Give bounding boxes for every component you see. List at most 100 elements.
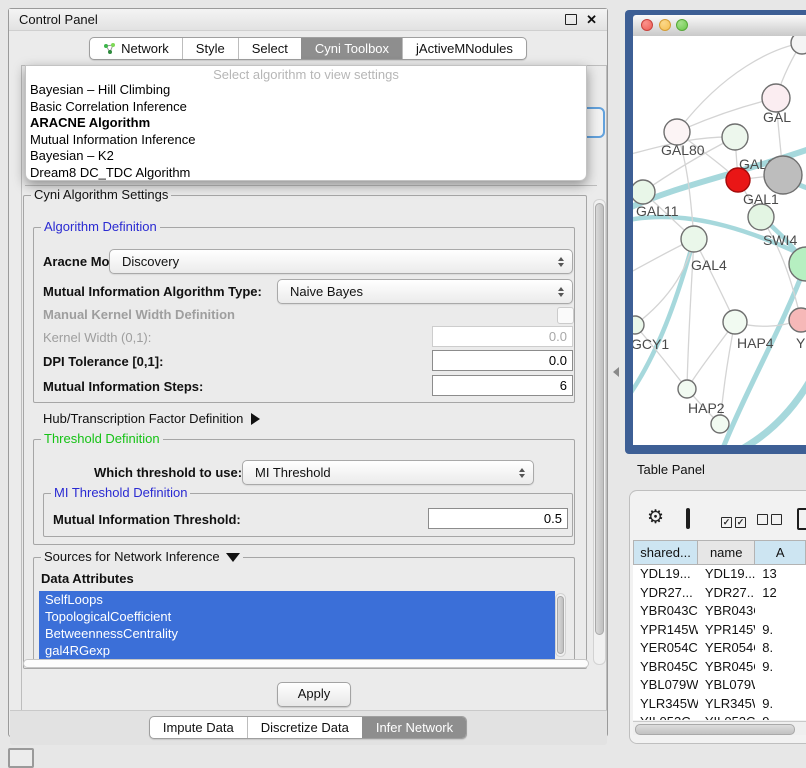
attribute-list-scrollbar-thumb[interactable]	[557, 596, 564, 654]
attribute-item[interactable]: gal4RGexp	[39, 642, 555, 659]
table-row[interactable]: YDR27...YDR27...12	[633, 584, 806, 603]
which-threshold-combo[interactable]: MI Threshold	[242, 460, 534, 485]
close-icon[interactable]: ✕	[586, 13, 597, 26]
algorithm-option[interactable]: Mutual Information Inference	[26, 132, 586, 149]
table-row[interactable]: YDL19...YDL19...13	[633, 565, 806, 584]
network-node-gal10[interactable]	[722, 124, 748, 150]
network-node[interactable]	[726, 168, 750, 192]
sources-group-title[interactable]: Sources for Network Inference	[41, 549, 243, 565]
bottom-tab-infer-network[interactable]: Infer Network	[362, 717, 466, 738]
deselect-all-checks-icon[interactable]	[757, 512, 785, 530]
table-cell: YBR045C	[633, 658, 698, 677]
mi-steps-field[interactable]	[432, 375, 573, 396]
table-row[interactable]: YBR045CYBR045C9.	[633, 658, 806, 677]
divider-collapse-icon[interactable]	[613, 367, 619, 377]
network-node[interactable]	[791, 36, 806, 54]
node-label: GAL80	[661, 142, 705, 158]
which-threshold-label: Which threshold to use:	[94, 465, 242, 481]
network-node-gal1[interactable]	[748, 204, 774, 230]
table-row[interactable]: YBL079WYBL079W	[633, 676, 806, 695]
network-node-hap2[interactable]	[678, 380, 696, 398]
data-attributes-list[interactable]: SelfLoopsTopologicalCoefficientBetweenne…	[39, 591, 555, 660]
kernel-width-field[interactable]	[432, 326, 573, 347]
column-header[interactable]: A	[755, 540, 806, 565]
algorithm-option[interactable]: Dream8 DC_TDC Algorithm	[26, 165, 586, 182]
tab-select[interactable]: Select	[238, 38, 301, 59]
top-tab-bar: NetworkStyleSelectCyni ToolboxjActiveMNo…	[9, 37, 607, 60]
network-icon	[103, 42, 116, 55]
network-window-titlebar[interactable]	[633, 15, 806, 37]
manual-kernel-checkbox[interactable]	[557, 307, 574, 324]
float-panel-icon[interactable]	[565, 14, 577, 25]
table-row[interactable]: YER054CYER054C8.	[633, 639, 806, 658]
tab-cyni-toolbox[interactable]: Cyni Toolbox	[301, 38, 402, 59]
table-cell	[755, 676, 806, 695]
column-header[interactable]: shared...	[633, 540, 698, 565]
apply-button[interactable]: Apply	[277, 682, 351, 707]
network-node-gcy1[interactable]	[633, 316, 644, 334]
combo-arrows-icon	[558, 287, 564, 297]
table-cell: 8.	[755, 639, 806, 658]
table-cell	[755, 602, 806, 621]
network-canvas[interactable]: GALGAL80GAL10GAL11GAL1SWI4GAL4GCY1HAP4YH…	[633, 36, 806, 445]
dpi-tolerance-field[interactable]	[432, 350, 573, 371]
network-node-gal[interactable]	[762, 84, 790, 112]
attribute-item[interactable]: TopologicalCoefficient	[39, 608, 555, 625]
tab-jactivemnodules[interactable]: jActiveMNodules	[402, 38, 526, 59]
settings-scrollbar-thumb[interactable]	[595, 203, 604, 635]
table-row[interactable]: YPR145WYPR145W9.	[633, 621, 806, 640]
network-node-hap4[interactable]	[723, 310, 747, 334]
table-row[interactable]: YLR345WYLR345W9.	[633, 695, 806, 714]
network-node-gal11[interactable]	[633, 180, 655, 204]
combo-arrows-icon	[558, 257, 564, 267]
table-cell: YDR27...	[698, 584, 755, 603]
attribute-item[interactable]: BetweennessCentrality	[39, 625, 555, 642]
document-icon[interactable]	[797, 508, 806, 530]
network-node[interactable]	[764, 156, 802, 194]
bottom-tab-impute-data[interactable]: Impute Data	[150, 717, 247, 738]
hub-definition-toggle[interactable]: Hub/Transcription Factor Definition	[43, 411, 260, 427]
algorithm-option[interactable]: Basic Correlation Inference	[26, 99, 586, 116]
columns-icon[interactable]	[686, 508, 690, 529]
sources-title-text: Sources for Network Inference	[44, 549, 220, 564]
gear-icon[interactable]: ⚙	[647, 508, 664, 527]
data-attributes-label: Data Attributes	[41, 571, 134, 587]
zoom-traffic-light[interactable]	[676, 19, 688, 31]
select-all-checks-icon[interactable]: ✓✓	[721, 512, 749, 530]
table-panel-title: Table Panel	[637, 462, 705, 478]
algorithm-option[interactable]: ARACNE Algorithm	[26, 115, 586, 132]
minimize-traffic-light[interactable]	[659, 19, 671, 31]
minimized-panel-icon[interactable]	[8, 748, 34, 768]
network-node[interactable]	[711, 415, 729, 433]
mi-type-value: Naive Bayes	[290, 284, 363, 299]
table-cell: YPR145W	[698, 621, 755, 640]
network-view-window[interactable]: GALGAL80GAL10GAL11GAL1SWI4GAL4GCY1HAP4YH…	[625, 10, 806, 454]
algorithm-option[interactable]: Bayesian – K2	[26, 148, 586, 165]
column-header[interactable]: name	[698, 540, 755, 565]
settings-scrollbar[interactable]	[593, 199, 606, 665]
attribute-item[interactable]: SelfLoops	[39, 591, 555, 608]
mi-type-label: Mutual Information Algorithm Type:	[43, 284, 262, 300]
bottom-tab-discretize-data[interactable]: Discretize Data	[247, 717, 362, 738]
attribute-list-scrollbar[interactable]	[555, 593, 566, 657]
mi-threshold-label: Mutual Information Threshold:	[53, 512, 241, 528]
network-node-y[interactable]	[789, 308, 806, 332]
table-horizontal-scrollbar[interactable]	[633, 721, 806, 735]
aracne-mode-combo[interactable]: Discovery	[109, 249, 573, 274]
tab-network[interactable]: Network	[90, 38, 182, 59]
table-row[interactable]: YBR043CYBR043C	[633, 602, 806, 621]
algorithm-option[interactable]: Bayesian – Hill Climbing	[26, 82, 586, 99]
table-row[interactable]: YIL052CYIL052C9.	[633, 713, 806, 720]
settings-horizontal-scrollbar[interactable]	[23, 659, 589, 668]
table-cell: 9.	[755, 695, 806, 714]
tab-style[interactable]: Style	[182, 38, 238, 59]
close-traffic-light[interactable]	[641, 19, 653, 31]
table-cell: YIL052C	[633, 713, 698, 720]
network-node-gal4[interactable]	[681, 226, 707, 252]
table-hscroll-thumb[interactable]	[635, 724, 795, 735]
node-label: Y	[796, 335, 806, 351]
mi-algorithm-type-combo[interactable]: Naive Bayes	[277, 279, 573, 304]
collapse-down-icon	[226, 553, 240, 562]
table-cell: YDL19...	[698, 565, 755, 584]
mi-threshold-field[interactable]	[428, 508, 568, 529]
